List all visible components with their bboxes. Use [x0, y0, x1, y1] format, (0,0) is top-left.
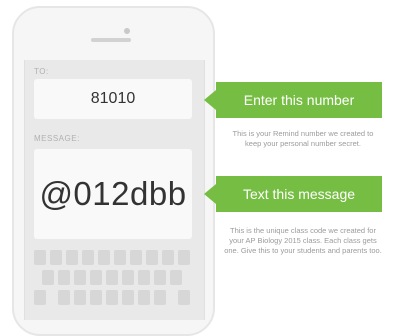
- key: [42, 270, 54, 285]
- key: [90, 270, 102, 285]
- key: [106, 290, 118, 305]
- key: [82, 250, 94, 265]
- to-field: 81010: [34, 79, 192, 119]
- key: [74, 270, 86, 285]
- key: [178, 250, 190, 265]
- key: [170, 270, 182, 285]
- camera-icon: [124, 28, 130, 34]
- key: [98, 250, 110, 265]
- key: [106, 270, 118, 285]
- key: [122, 270, 134, 285]
- message-field: @012dbb: [34, 149, 192, 239]
- key: [178, 290, 190, 305]
- message-description: This is the unique class code we created…: [224, 226, 382, 255]
- key: [34, 250, 46, 265]
- number-description: This is your Remind number we created to…: [232, 129, 374, 148]
- key: [90, 290, 102, 305]
- key: [138, 290, 150, 305]
- speaker-slot: [91, 38, 131, 42]
- key: [162, 250, 174, 265]
- enter-number-callout: Enter this number: [216, 82, 382, 118]
- key: [154, 290, 166, 305]
- key: [114, 250, 126, 265]
- message-label: MESSAGE:: [34, 134, 80, 143]
- key: [66, 250, 78, 265]
- key: [34, 290, 46, 305]
- key: [122, 290, 134, 305]
- key: [58, 290, 70, 305]
- key: [130, 250, 142, 265]
- to-label: TO:: [34, 67, 49, 76]
- key: [138, 270, 150, 285]
- key: [146, 250, 158, 265]
- text-message-callout: Text this message: [216, 176, 382, 212]
- key: [74, 290, 86, 305]
- key: [50, 250, 62, 265]
- key: [154, 270, 166, 285]
- key: [58, 270, 70, 285]
